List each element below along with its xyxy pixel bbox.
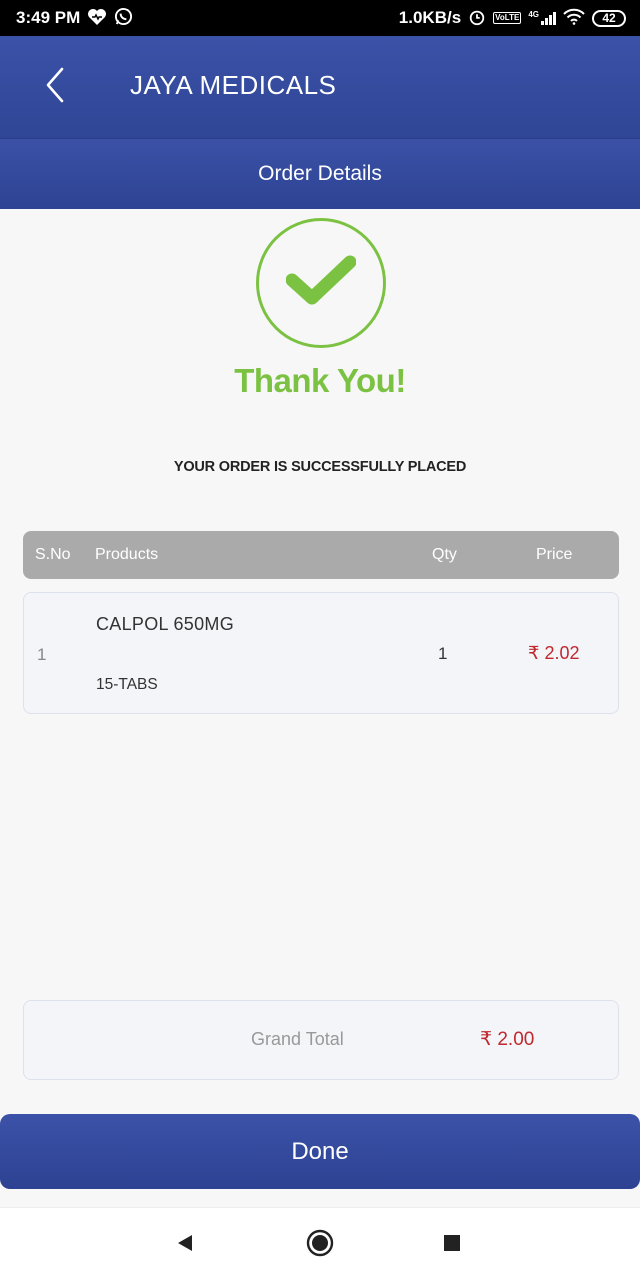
- app-bar: JAYA MEDICALS: [0, 36, 640, 138]
- nav-home-button[interactable]: [305, 1229, 335, 1262]
- row-qty: 1: [438, 644, 448, 663]
- order-placed-message: YOUR ORDER IS SUCCESSFULLY PLACED: [173, 459, 467, 475]
- nav-back-button[interactable]: [170, 1230, 200, 1260]
- nav-recents-button[interactable]: [437, 1230, 467, 1260]
- system-nav-bar: [0, 1207, 640, 1280]
- volte-icon: VoLTE: [493, 12, 522, 24]
- heart-icon: [87, 8, 107, 29]
- column-price: Price: [536, 546, 573, 563]
- success-check-circle: [256, 218, 386, 348]
- checkmark-icon: [285, 254, 357, 313]
- table-row: 1 CALPOL 650MG 15-TABS 1 ₹ 2.02: [23, 592, 619, 714]
- column-sno: S.No: [35, 546, 71, 563]
- order-details-title: Order Details: [258, 162, 382, 185]
- triangle-back-icon: [175, 1233, 195, 1258]
- table-header: S.No Products Qty Price: [23, 531, 619, 579]
- circle-home-icon: [306, 1229, 334, 1262]
- square-recents-icon: [443, 1234, 461, 1257]
- column-products: Products: [95, 546, 159, 563]
- cellular-signal-icon: 4G: [528, 11, 556, 25]
- app-title: JAYA MEDICALS: [130, 70, 337, 100]
- row-product-name: CALPOL 650MG: [96, 614, 234, 634]
- done-button[interactable]: Done: [0, 1114, 640, 1189]
- grand-total-box: Grand Total ₹ 2.00: [23, 1000, 619, 1080]
- row-product-size: 15-TABS: [96, 676, 158, 693]
- order-details-header: Order Details: [0, 138, 640, 209]
- status-time: 3:49 PM: [16, 8, 81, 27]
- column-qty: Qty: [432, 546, 457, 563]
- wifi-icon: [563, 8, 585, 28]
- whatsapp-icon: [114, 7, 133, 29]
- status-bar: 3:49 PM 1.0KB/s VoLTE 4G 42: [0, 0, 640, 36]
- alarm-icon: [468, 8, 486, 29]
- net-speed: 1.0KB/s: [398, 8, 462, 27]
- grand-total-label: Grand Total: [251, 1029, 344, 1049]
- chevron-left-icon: [45, 67, 65, 108]
- row-sno: 1: [37, 645, 47, 664]
- network-type-label: 4G: [528, 10, 539, 19]
- back-button[interactable]: [30, 62, 80, 112]
- grand-total-value: ₹ 2.00: [480, 1029, 535, 1050]
- row-price: ₹ 2.02: [528, 643, 580, 663]
- battery-icon: 42: [592, 9, 626, 27]
- thank-you-heading: Thank You!: [234, 362, 406, 399]
